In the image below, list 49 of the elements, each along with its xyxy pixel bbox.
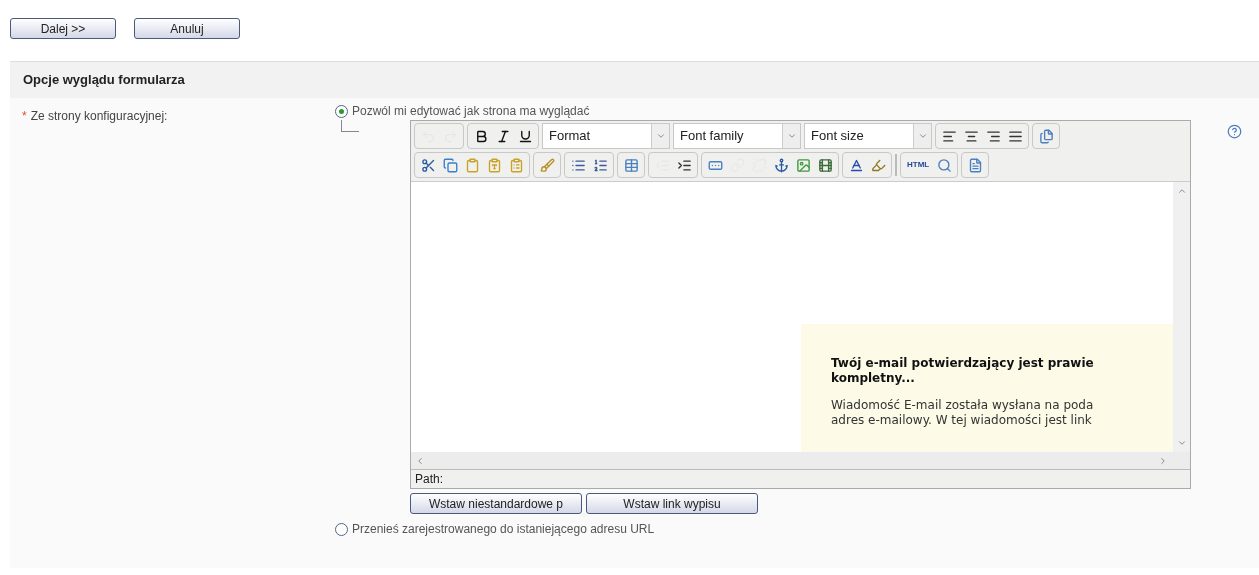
field-label: Ze strony konfiguracyjnej: <box>30 108 168 125</box>
scroll-down-icon <box>1176 438 1187 448</box>
image-icon <box>795 157 811 173</box>
scroll-left-icon <box>415 455 425 466</box>
copy-icon <box>442 157 458 173</box>
dropdown[interactable]: Font family <box>673 123 801 149</box>
action-button[interactable]: Dalej >> <box>10 18 116 39</box>
table-edit-icon <box>623 157 639 173</box>
dropdown[interactable]: Font size <box>804 123 932 149</box>
scroll-up-icon <box>1176 186 1187 196</box>
insert-button[interactable]: Wstaw link wypisu <box>586 493 758 514</box>
radio-label: Pozwól mi edytować jak strona ma wyglądać <box>352 103 590 120</box>
italic-icon <box>495 128 511 144</box>
preview-text: adres e-mailowy. W tej wiadomości jest link <box>831 413 1093 428</box>
horizontal-scrollbar[interactable] <box>411 452 1190 469</box>
preview-icon <box>936 157 952 173</box>
align-center-icon <box>963 128 979 144</box>
anchor-icon <box>773 157 789 173</box>
radio-label: Przenieś zarejestrowanego do istaniejącego adresu URL <box>352 521 655 538</box>
pages-icon <box>1038 128 1054 144</box>
justify-icon <box>1007 128 1023 144</box>
indent-icon <box>676 157 692 173</box>
insert-button[interactable]: Wstaw niestandardowe p <box>410 493 582 514</box>
radio-button[interactable] <box>335 522 348 536</box>
path-label: Path: <box>415 471 444 488</box>
scroll-right-icon <box>1158 455 1168 466</box>
clipboard-icon <box>464 157 480 173</box>
preview-text: Wiadomość E-mail została wysłana na poda <box>831 398 1095 413</box>
section-title: Opcje wyglądu formularza <box>23 71 185 90</box>
scissors-icon <box>420 157 436 173</box>
numbered-list-icon <box>592 157 608 173</box>
document-icon <box>967 157 983 173</box>
required-mark: * <box>22 108 27 125</box>
underline-icon <box>517 128 533 144</box>
vertical-scrollbar[interactable] <box>1173 182 1190 452</box>
align-left-icon <box>941 128 957 144</box>
action-button[interactable]: Anuluj <box>134 18 240 39</box>
text-color-icon <box>848 157 864 173</box>
film-icon <box>817 157 833 173</box>
preview-heading: Twój e-mail potwierdzający jest prawie kompletny... <box>831 356 1095 386</box>
align-right-icon <box>985 128 1001 144</box>
dropdown[interactable]: Format <box>542 123 670 149</box>
highlighter-icon <box>870 157 886 173</box>
radio-button[interactable] <box>335 104 348 118</box>
bullet-list-icon <box>570 157 586 173</box>
html-button[interactable]: HTML <box>903 154 934 176</box>
help-icon[interactable] <box>1227 124 1242 139</box>
brush-icon <box>539 157 555 173</box>
clipboard-text-icon <box>486 157 502 173</box>
